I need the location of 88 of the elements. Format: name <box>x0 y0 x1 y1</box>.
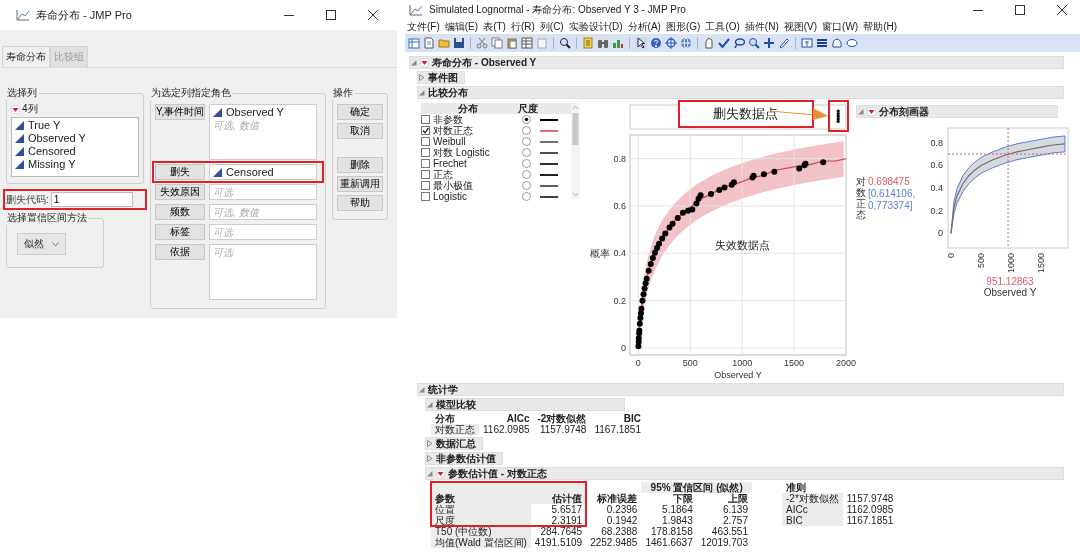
column-header: 95% 置信区间 (似然) <box>641 482 752 493</box>
table-cell: BIC <box>782 515 843 526</box>
column-header: 标准误差 <box>586 493 642 504</box>
table-cell-text: 1461.6637 <box>644 537 694 548</box>
axis-tick-label: 500 <box>976 253 986 269</box>
table-cell: 位置 <box>431 504 531 515</box>
table-cell: 对数正态 <box>431 424 479 435</box>
table-cell: 均值(Wald 置信区间) <box>431 537 531 548</box>
table-cell-text: 5.1864 <box>661 504 694 515</box>
axis-tick-label: 0 <box>635 358 641 368</box>
column-header: 下限 <box>641 493 697 504</box>
column-header: BIC <box>622 413 642 424</box>
axis-title: Observed Y <box>983 287 1037 298</box>
table-cell: 1167.1851 <box>842 515 898 526</box>
axis-tick-label: 0 <box>938 228 943 239</box>
axis-tick-label: 0.2 <box>613 295 626 306</box>
table-cell: 284.7645 <box>530 526 587 537</box>
table-cell-text: 12019.703 <box>699 537 749 548</box>
annotation-label: 失效数据点 <box>714 238 770 251</box>
field-label: 删失代码: <box>6 192 49 207</box>
column-count: 4列 <box>22 102 38 116</box>
axis-tick-label: 0.2 <box>930 205 943 216</box>
column-header: 尺度 <box>518 101 539 116</box>
distribution-name: 最小极值 <box>433 179 474 192</box>
table-cell-text: 68.2388 <box>600 526 639 537</box>
axis-tick-label: 0.4 <box>613 248 626 259</box>
column-header: 上限 <box>696 493 752 504</box>
axis-title: Observed Y <box>714 370 762 380</box>
axis-title: 对数正态 <box>856 176 866 220</box>
axis-tick-label: 1500 <box>784 358 805 368</box>
group-label: 为选定列指定角色 <box>150 86 232 100</box>
table-cell: 2.3191 <box>530 515 587 526</box>
column-header: -2对数似然 <box>536 413 588 424</box>
axis-title: 概率 <box>590 248 610 260</box>
table-cell-text: 463.551 <box>710 526 749 537</box>
axis-tick-label: 0.8 <box>930 137 943 148</box>
distribution-name: Frechet <box>433 158 468 169</box>
column-header: 分布 <box>458 101 479 114</box>
window-title: 寿命分布 - JMP Pro <box>36 7 132 23</box>
axis-tick-label: 2000 <box>836 358 856 368</box>
profile-value: 0.698475 <box>868 176 911 188</box>
table-cell: 1162.0985 <box>842 504 898 515</box>
column-header: 分布 <box>431 413 479 424</box>
distribution-name: Logistic <box>433 191 468 202</box>
table-cell: 0.2396 <box>586 504 642 515</box>
table-cell-text: 2252.9485 <box>589 537 639 548</box>
table-cell-text: 6.139 <box>721 504 749 515</box>
table-cell-text: 178.8158 <box>650 526 694 537</box>
table-cell: 5.6517 <box>530 504 587 515</box>
axis-tick-label: 500 <box>682 358 698 368</box>
axis-tick-label: 0.6 <box>930 160 943 171</box>
table-cell: -2*对数似然 <box>782 493 843 504</box>
table-cell: 1162.0985 <box>479 424 534 435</box>
axis-tick-label: 0 <box>946 253 956 258</box>
table-cell: AICc <box>782 504 843 515</box>
column-header: 估计值 <box>530 493 587 504</box>
table-cell-text: 1157.9748 <box>538 424 588 435</box>
table-cell-text: 1167.1851 <box>593 424 642 435</box>
group-label: 选择列 <box>6 86 38 100</box>
table-cell: 1157.9748 <box>842 493 898 504</box>
axis-tick-label: 1500 <box>1036 253 1046 274</box>
axis-tick-label: 1000 <box>1006 253 1016 274</box>
axis-tick-label: 0.6 <box>613 200 626 211</box>
distribution-name: Weibull <box>433 136 467 147</box>
group-label: 选择置信区间方法 <box>6 211 88 225</box>
placeholder-text: 可选, 数值 <box>213 119 261 133</box>
axis-tick-label: 1000 <box>732 358 753 368</box>
distribution-name: 对数 Logistic <box>433 145 491 159</box>
table-cell-text: 2.757 <box>721 515 749 526</box>
distribution-name: 对数正态 <box>433 124 474 137</box>
table-cell: T50 (中位数) <box>431 526 531 537</box>
table-cell-text: 0.1942 <box>605 515 639 526</box>
table-cell-text: 1.9843 <box>661 515 694 526</box>
table-cell: 尺度 <box>431 515 531 526</box>
axis-tick-label: 0 <box>621 342 626 353</box>
distribution-name: 正态 <box>433 167 453 180</box>
column-header: 参数 <box>431 493 531 504</box>
column-header: AICc <box>479 413 534 424</box>
column-header: 准则 <box>782 482 843 493</box>
callout-label: 删失数据点 <box>677 100 814 128</box>
axis-tick-label: 0.8 <box>613 153 626 164</box>
confidence-interval: [0.614106, 0.773374] <box>868 188 917 212</box>
axis-tick-label: 0.4 <box>930 183 943 193</box>
window-title: Simulated Lognormal - 寿命分布: Observed Y 3 - JMP Pro <box>429 3 686 17</box>
distribution-name: 非参数 <box>433 113 464 125</box>
placeholder-text: 可选 <box>213 246 235 260</box>
group-label: 操作 <box>332 86 354 100</box>
table-cell: 4191.5109 <box>530 537 587 548</box>
